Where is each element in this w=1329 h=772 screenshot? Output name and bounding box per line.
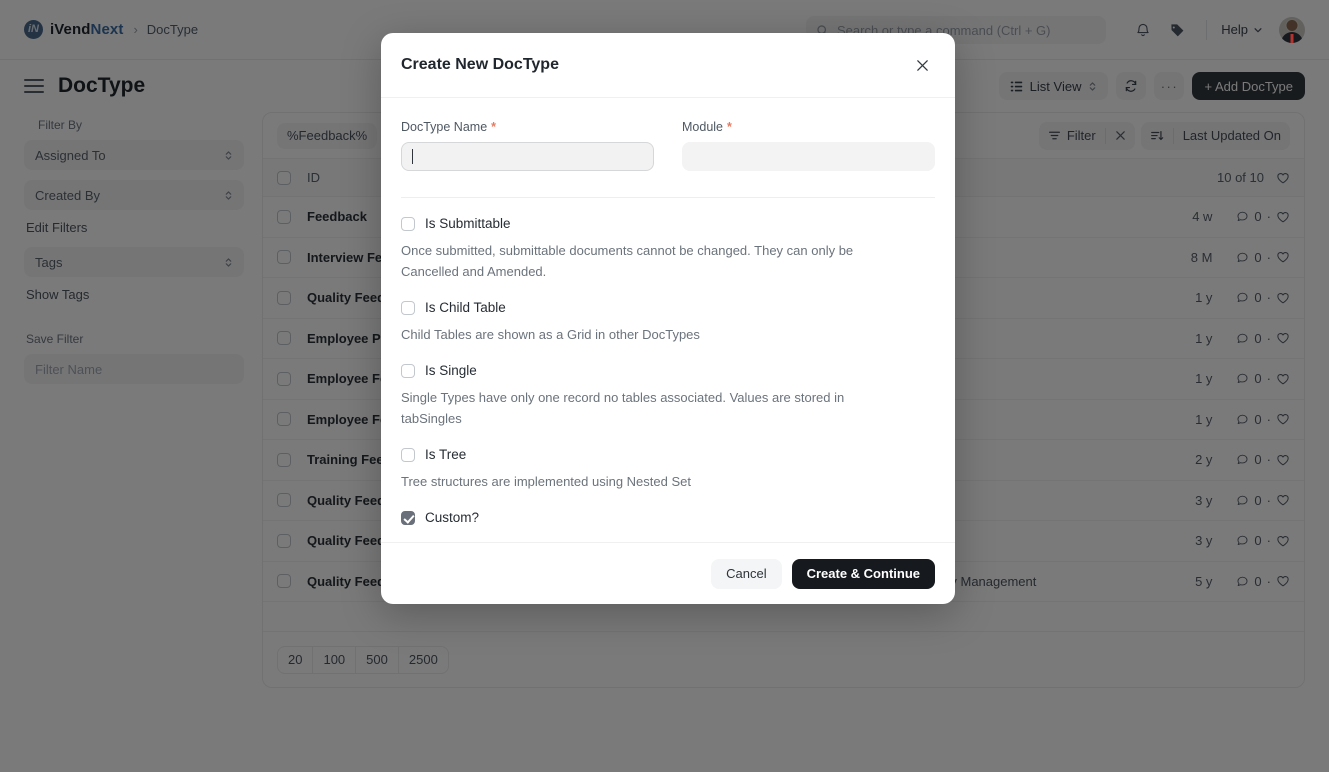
field-divider [401,197,935,198]
option-help-text: Once submitted, submittable documents ca… [401,243,854,279]
cancel-button[interactable]: Cancel [711,558,782,589]
option-row[interactable]: Is Tree [401,447,935,462]
doctype-name-input[interactable] [401,142,654,171]
doctype-name-label-wrap: DocType Name * [401,120,654,134]
option-checkbox[interactable] [401,363,415,378]
option-group: Is Tree Tree structures are implemented u… [401,447,935,492]
fields-grid: DocType Name * Module * [401,120,935,171]
option-checkbox[interactable] [401,216,415,231]
option-label: Is Tree [425,447,467,462]
option-group: Is Child Table Child Tables are shown as … [401,300,935,345]
dialog-body: DocType Name * Module * Is Submittable O… [381,98,955,542]
option-checkbox[interactable] [401,510,415,525]
dialog-footer: Cancel Create & Continue [381,542,955,604]
option-row[interactable]: Is Submittable [401,216,935,231]
option-help-text: Tree structures are implemented using Ne… [401,474,691,489]
option-checkbox[interactable] [401,300,415,315]
doctype-name-field: DocType Name * [401,120,654,171]
option-row[interactable]: Is Child Table [401,300,935,315]
option-group: Custom? [401,510,935,525]
module-input[interactable] [682,142,935,171]
close-icon[interactable] [909,52,935,78]
option-label: Is Child Table [425,300,506,315]
module-label: Module [682,120,723,134]
doctype-name-label: DocType Name [401,120,488,134]
option-help-text: Child Tables are shown as a Grid in othe… [401,327,700,342]
option-help-text: Single Types have only one record no tab… [401,390,845,426]
dialog-header: Create New DocType [381,33,955,98]
module-label-wrap: Module * [682,120,935,134]
option-label: Is Single [425,363,477,378]
options-list: Is Submittable Once submitted, submittabl… [401,216,935,525]
option-row[interactable]: Custom? [401,510,935,525]
app-root: iN iVendNext › DocType Search or type a … [0,0,1329,772]
create-and-continue-button[interactable]: Create & Continue [791,558,935,589]
module-field: Module * [682,120,935,171]
option-label: Is Submittable [425,216,511,231]
required-asterisk: * [727,120,732,134]
option-group: Is Single Single Types have only one reco… [401,363,935,429]
create-doctype-dialog: Create New DocType DocType Name * Module… [381,33,955,604]
text-cursor [412,149,413,164]
dialog-title: Create New DocType [401,56,559,73]
option-group: Is Submittable Once submitted, submittabl… [401,216,935,282]
option-row[interactable]: Is Single [401,363,935,378]
option-label: Custom? [425,510,480,525]
option-checkbox[interactable] [401,447,415,462]
required-asterisk: * [491,120,497,134]
